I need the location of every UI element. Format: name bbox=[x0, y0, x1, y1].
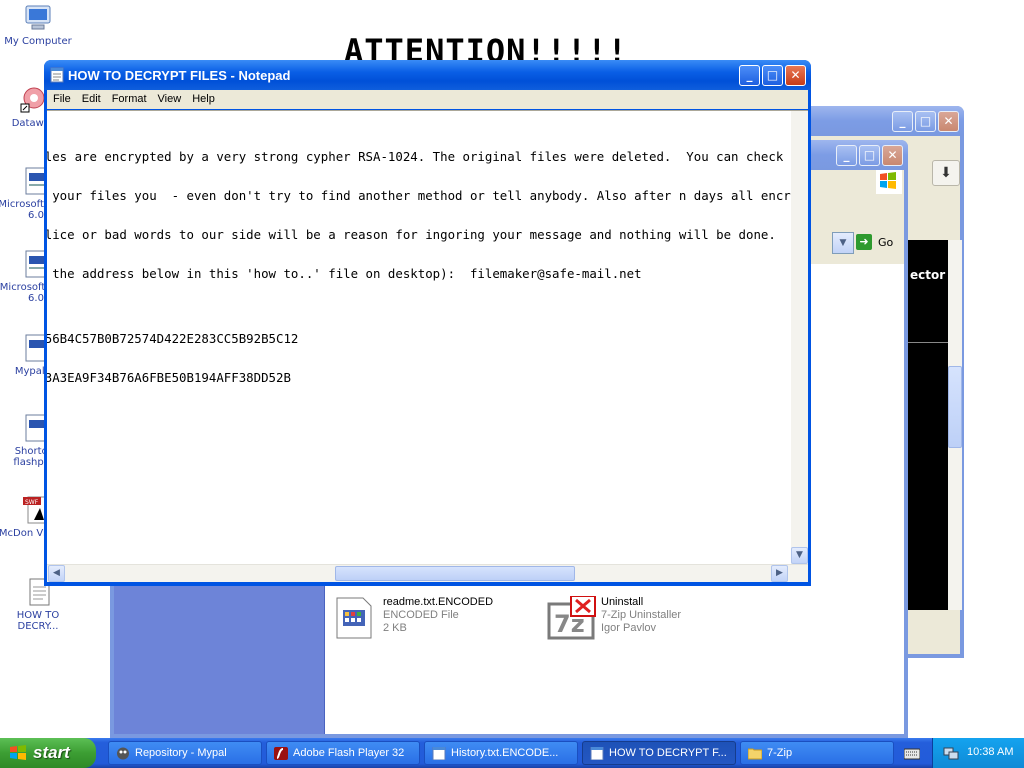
browser-titlebar[interactable]: _ □ ✕ bbox=[790, 106, 964, 136]
scroll-down-button[interactable]: ▼ bbox=[791, 547, 808, 564]
notepad-app-icon bbox=[50, 67, 64, 83]
desktop-icon-label: My Computer bbox=[4, 36, 72, 47]
taskbar-item-label: Repository - Mypal bbox=[135, 747, 227, 759]
minimize-button[interactable]: _ bbox=[739, 65, 760, 86]
flash-icon bbox=[274, 747, 288, 760]
text-line: EA2C0C3A3EA9F34B76A6FBE50B194AFF38DD52B bbox=[47, 370, 291, 385]
folder-icon bbox=[747, 747, 763, 760]
menu-format[interactable]: Format bbox=[106, 90, 152, 105]
menu-edit[interactable]: Edit bbox=[76, 90, 106, 105]
windows-logo-icon bbox=[876, 170, 902, 194]
menu-view[interactable]: View bbox=[152, 90, 187, 105]
windows-flag-icon bbox=[9, 744, 27, 762]
file-company: Igor Pavlov bbox=[601, 622, 657, 634]
maximize-button[interactable]: □ bbox=[859, 145, 880, 166]
taskbar: start Repository - Mypal Adobe Flash Pla… bbox=[0, 738, 1024, 768]
page-divider bbox=[906, 342, 948, 343]
notepad-titlebar[interactable]: HOW TO DECRYPT FILES - Notepad _ □ ✕ bbox=[44, 60, 811, 90]
browser-vscroll[interactable] bbox=[948, 240, 962, 610]
file-item-readme[interactable]: readme.txt.ENCODED ENCODED File 2 KB bbox=[335, 594, 535, 642]
taskbar-item-label: HOW TO DECRYPT F... bbox=[609, 747, 727, 759]
taskbar-item-label: 7-Zip bbox=[767, 747, 793, 759]
desktop-icon-my-computer[interactable]: My Computer bbox=[0, 2, 76, 47]
system-tray: 10:38 AM bbox=[932, 738, 1024, 768]
7zip-uninstall-icon: 7z bbox=[547, 595, 597, 640]
network-icon[interactable] bbox=[943, 745, 959, 761]
text-editor[interactable]: our files are encrypted by a very strong… bbox=[47, 110, 808, 582]
address-dropdown[interactable]: ▼ bbox=[832, 232, 854, 254]
horizontal-scrollbar[interactable]: ◀ ▶ bbox=[47, 564, 808, 582]
text-line: ecrypt your files you - even don't try t… bbox=[52, 188, 808, 203]
vertical-scrollbar[interactable]: ▼ bbox=[791, 111, 808, 565]
ransom-note-text: our files are encrypted by a very strong… bbox=[47, 124, 808, 410]
close-button[interactable]: ✕ bbox=[938, 111, 959, 132]
encoded-file-icon bbox=[335, 596, 373, 640]
file-item-uninstall[interactable]: 7z Uninstall 7-Zip Uninstaller Igor Pavl… bbox=[547, 594, 747, 642]
file-name: Uninstall bbox=[601, 596, 644, 608]
close-button[interactable]: ✕ bbox=[882, 145, 903, 166]
scroll-right-button[interactable]: ▶ bbox=[771, 565, 788, 582]
menu-file[interactable]: File bbox=[47, 90, 76, 105]
svg-text:SWF: SWF bbox=[25, 499, 39, 506]
go-arrow-icon: ➜ bbox=[856, 234, 872, 250]
go-label: Go bbox=[878, 236, 894, 249]
text-line: our files are encrypted by a very strong… bbox=[47, 149, 806, 164]
notepad-icon bbox=[432, 746, 446, 761]
close-button[interactable]: ✕ bbox=[785, 65, 806, 86]
my-computer-icon bbox=[22, 2, 54, 34]
maximize-button[interactable]: □ bbox=[762, 65, 783, 86]
taskbar-item-label: History.txt.ENCODE... bbox=[451, 747, 559, 759]
text-line: ail to the address below in this 'how to… bbox=[47, 266, 642, 281]
page-content: ector f bbox=[906, 240, 955, 610]
menu-help[interactable]: Help bbox=[186, 90, 220, 105]
taskbar-item-history[interactable]: History.txt.ENCODE... bbox=[424, 741, 578, 765]
text-line: Any police or bad words to our side will… bbox=[47, 227, 776, 242]
window-title: HOW TO DECRYPT FILES - Notepad bbox=[68, 68, 291, 83]
mypal-icon bbox=[116, 747, 130, 760]
minimize-button[interactable]: _ bbox=[892, 111, 913, 132]
maximize-button[interactable]: □ bbox=[915, 111, 936, 132]
file-type: ENCODED File bbox=[383, 609, 459, 621]
download-icon[interactable]: ⬇ bbox=[932, 160, 960, 186]
taskbar-item-flash[interactable]: Adobe Flash Player 32 bbox=[266, 741, 420, 765]
file-size: 2 KB bbox=[383, 622, 407, 634]
scroll-thumb[interactable] bbox=[335, 566, 575, 581]
notepad-icon bbox=[590, 746, 604, 761]
taskbar-item-mypal[interactable]: Repository - Mypal bbox=[108, 741, 262, 765]
taskbar-item-label: Adobe Flash Player 32 bbox=[293, 747, 405, 759]
start-button[interactable]: start bbox=[0, 738, 96, 768]
start-label: start bbox=[33, 743, 70, 762]
scroll-left-button[interactable]: ◀ bbox=[48, 565, 65, 582]
menu-bar: File Edit Format View Help bbox=[47, 90, 808, 109]
clock[interactable]: 10:38 AM bbox=[967, 746, 1013, 758]
taskbar-item-7zip[interactable]: 7-Zip bbox=[740, 741, 894, 765]
file-type: 7-Zip Uninstaller bbox=[601, 609, 682, 621]
notepad-window[interactable]: HOW TO DECRYPT FILES - Notepad _ □ ✕ Fil… bbox=[44, 60, 811, 586]
go-button[interactable]: ➜ Go bbox=[856, 232, 902, 252]
minimize-button[interactable]: _ bbox=[836, 145, 857, 166]
taskbar-item-how-to-decrypt[interactable]: HOW TO DECRYPT F... bbox=[582, 741, 736, 765]
keyboard-icon[interactable] bbox=[903, 746, 921, 760]
desktop-icon-label: HOW TO DECRY... bbox=[16, 610, 60, 632]
file-name: readme.txt.ENCODED bbox=[383, 596, 494, 608]
scroll-thumb[interactable] bbox=[948, 366, 962, 448]
text-line: C11E4B56B4C57B0B72574D422E283CC5B92B5C12 bbox=[47, 331, 299, 346]
